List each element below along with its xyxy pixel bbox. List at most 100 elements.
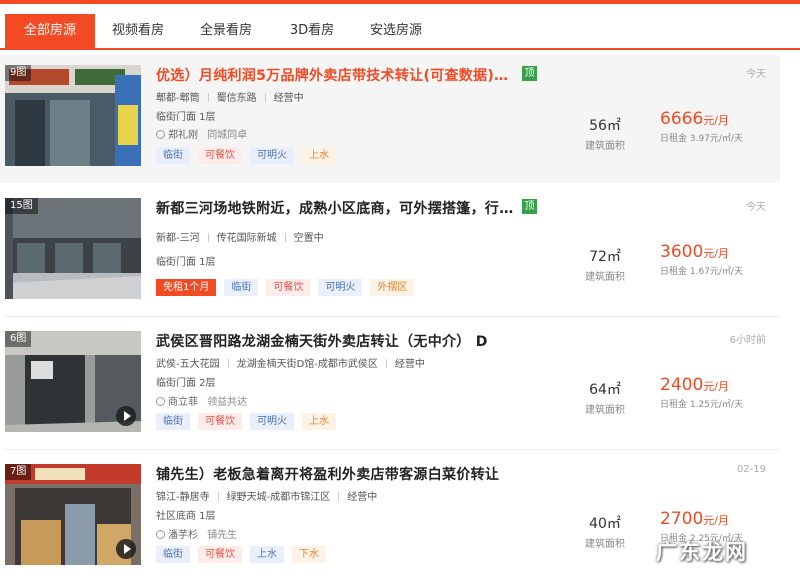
agent-name: 郑礼刚 [168,130,198,141]
listing-photo[interactable]: 6图 [5,331,141,432]
price-value: 6666 [660,109,704,129]
area-block: 40㎡ 建筑面积 [580,513,630,550]
listing-location: 武侯-五大花园 龙湖金楠天街D馆-成都市武侯区 经营中 [156,355,425,370]
agent-name: 商立菲 [168,397,198,408]
tag: 临街 [156,147,190,164]
tag-list: 免租1个月 临街 可餐饮 可明火 外摆区 [156,279,422,296]
price-value: 2400 [660,375,704,395]
area-value: 72㎡ [589,249,621,265]
tab-video-viewing[interactable]: 视频看房 [98,14,178,48]
listing-photo[interactable]: 7图 [5,464,141,565]
price-block: 2400元/月 日租金 1.25元/㎡/天 [660,375,770,410]
agent-info: 郑礼刚 同城同卓 [156,126,247,141]
status: 经营中 [273,93,304,104]
listing-item[interactable]: 9图 优选）月纯利润5万品牌外卖店带技术转让(可查数据)6… 顶 郫都-郫筒 蜀信… [0,55,780,183]
floor-info: 临街门面 2层 [156,378,216,389]
tag: 可明火 [318,279,363,296]
price-unit: 元/月 [703,114,729,127]
listing-title[interactable]: 新都三河场地铁附近，成熟小区底商，可外摆搭篷，行… [156,198,514,218]
area-value: 40㎡ [589,516,621,532]
watermark: 广东龙网 [656,540,748,564]
listing-item[interactable]: 15图 新都三河场地铁附近，成熟小区底商，可外摆搭篷，行… 顶 新都-三河 传花国… [0,189,780,314]
photo-count: 15图 [5,198,38,214]
top-accent-line [0,0,800,4]
listing-item[interactable]: 6图 武侯区晋阳路龙湖金楠天街外卖店转让（无中介） D 武侯-五大花园 龙湖金楠天… [0,322,780,447]
tag: 下水 [292,546,326,563]
agent-info: 潘芋杉 铺先生 [156,526,237,541]
tab-safe-listings[interactable]: 安选房源 [356,14,436,48]
road: 绿野天城-成都市锦江区 [226,492,331,503]
status: 空置中 [293,233,324,244]
listing-location: 郫都-郫筒 蜀信东路 经营中 [156,89,304,104]
floor-info: 临街门面 1层 [156,112,216,123]
tag: 外摆区 [370,279,415,296]
area-block: 64㎡ 建筑面积 [580,379,630,416]
tag: 临街 [224,279,259,296]
daily-rent: 日租金 1.67元/㎡/天 [660,267,743,277]
person-icon [156,130,165,139]
divider [5,316,780,317]
agent-company: 同城同卓 [207,130,248,141]
district: 武侯-五大花园 [156,359,220,370]
listing-title[interactable]: 铺先生）老板急着离开将盈利外卖店带客源白菜价转让 [156,464,499,484]
video-play-icon[interactable] [116,539,136,559]
area-label: 建筑面积 [585,141,625,152]
price-unit: 元/月 [703,380,729,393]
area-label: 建筑面积 [585,272,625,283]
area-block: 56㎡ 建筑面积 [580,115,630,152]
post-time: 02-19 [736,464,766,475]
photo-count: 7图 [5,464,32,480]
listing-title[interactable]: 武侯区晋阳路龙湖金楠天街外卖店转让（无中介） D [156,331,488,351]
top-badge: 顶 [522,199,537,214]
post-time: 今天 [746,202,766,213]
video-play-icon[interactable] [116,406,136,426]
price-value: 2700 [660,509,704,529]
photo-count: 9图 [5,65,32,81]
district: 新都-三河 [156,233,200,244]
price-block: 6666元/月 日租金 3.97元/㎡/天 [660,109,770,144]
road: 龙湖金楠天街D馆-成都市武侯区 [236,359,378,370]
listing-title[interactable]: 优选）月纯利润5万品牌外卖店带技术转让(可查数据)6… [156,65,516,85]
price-value: 3600 [660,242,704,262]
tag: 临街 [156,413,190,430]
tag-list: 临街 可餐饮 可明火 上水 [156,413,344,430]
daily-rent: 日租金 3.97元/㎡/天 [660,134,743,144]
listing-photo[interactable]: 15图 [5,198,141,299]
listing-location: 新都-三河 传花国际新城 空置中 [156,229,324,244]
promo-tag: 免租1个月 [156,279,217,296]
photo-count: 6图 [5,331,32,347]
floor-info: 临街门面 1层 [156,257,216,268]
agent-company: 领益共达 [207,397,248,408]
area-label: 建筑面积 [585,405,625,416]
post-time: 今天 [746,69,766,80]
tag: 可餐饮 [198,546,242,563]
road: 蜀信东路 [216,93,257,104]
listing-photo[interactable]: 9图 [5,65,141,166]
listing-location: 锦江-静居寺 绿野天城-成都市锦江区 经营中 [156,488,377,503]
tag-list: 临街 可餐饮 上水 下水 [156,546,334,563]
daily-rent: 日租金 1.25元/㎡/天 [660,400,743,410]
price-block: 3600元/月 日租金 1.67元/㎡/天 [660,242,770,277]
tab-3d-viewing[interactable]: 3D看房 [272,14,352,48]
district: 郫都-郫筒 [156,93,200,104]
tag: 临街 [156,546,190,563]
post-time: 6小时前 [729,335,766,346]
floor-info: 社区底商 1层 [156,511,216,522]
tab-panorama-viewing[interactable]: 全景看房 [186,14,266,48]
divider [5,449,780,450]
person-icon [156,530,165,539]
status: 经营中 [347,492,378,503]
agent-info: 商立菲 领益共达 [156,393,247,408]
area-value: 56㎡ [589,118,621,134]
status: 经营中 [394,359,425,370]
tag: 可餐饮 [198,413,242,430]
tab-all-listings[interactable]: 全部房源 [5,14,95,48]
area-value: 64㎡ [589,382,621,398]
person-icon [156,397,165,406]
tag: 上水 [302,147,336,164]
tag: 上水 [250,546,284,563]
area-block: 72㎡ 建筑面积 [580,246,630,283]
district: 锦江-静居寺 [156,492,210,503]
tag: 上水 [302,413,336,430]
tag-list: 临街 可餐饮 可明火 上水 [156,147,344,164]
